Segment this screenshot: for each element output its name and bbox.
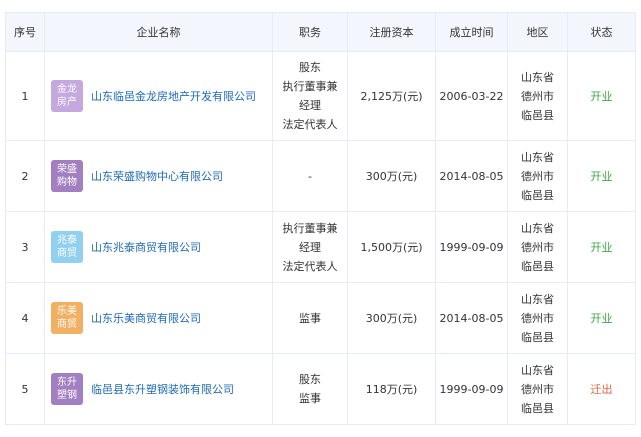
region-line: 德州市 [521, 382, 554, 396]
cell-capital: 2,125万(元) [347, 51, 436, 141]
logo-text: 商贸 [57, 248, 77, 259]
cell-region: 山东省 德州市 临邑县 [507, 51, 568, 141]
table-row: 3 兆泰商贸 山东兆泰商贸有限公司 执行董事兼经理法定代表人 1,500万(元)… [5, 211, 636, 283]
table-header-row: 序号 企业名称 职务 注册资本 成立时间 地区 状态 [5, 12, 636, 52]
cell-region: 山东省 德州市 临邑县 [507, 282, 568, 354]
table-row: 1 金龙房产 山东临邑金龙房地产开发有限公司 股东执行董事兼经理法定代表人 2,… [5, 51, 636, 141]
logo-text: 购物 [57, 177, 77, 188]
region-line: 山东省 [521, 221, 554, 235]
role-line: 法定代表人 [282, 118, 338, 131]
cell-index: 1 [5, 51, 45, 141]
table-row: 2 荣盛购物 山东荣盛购物中心有限公司 - 300万(元) 2014-08-05… [5, 140, 636, 212]
cell-index: 5 [5, 353, 45, 425]
company-logo: 金龙 房产 [51, 80, 83, 112]
cell-date: 1999-09-09 [435, 353, 508, 425]
logo-text: 金龙 [57, 84, 77, 95]
company-logo: 乐美 商贸 [51, 302, 83, 334]
cell-capital: 1,500万(元) [347, 211, 436, 283]
logo-text: 乐美 [57, 306, 77, 317]
header-company: 企业名称 [44, 12, 273, 52]
logo-text: 塑钢 [57, 390, 77, 401]
company-logo: 东升 塑钢 [51, 373, 83, 405]
region-line: 德州市 [521, 311, 554, 325]
region-line: 德州市 [521, 89, 554, 103]
region-line: 临邑县 [521, 330, 554, 344]
cell-role: 监事 [272, 282, 348, 354]
role-line: - [308, 169, 312, 183]
cell-date: 1999-09-09 [435, 211, 508, 283]
header-capital: 注册资本 [347, 12, 436, 52]
company-name-link[interactable]: 山东兆泰商贸有限公司 [91, 239, 201, 255]
cell-date: 2014-08-05 [435, 140, 508, 212]
logo-text: 兆泰 [57, 235, 77, 246]
cell-date: 2014-08-05 [435, 282, 508, 354]
role-line: 法定代表人 [282, 259, 338, 273]
role-line: 经理 [299, 99, 321, 112]
region-line: 德州市 [521, 240, 554, 254]
company-name-link[interactable]: 山东临邑金龙房地产开发有限公司 [91, 88, 256, 104]
cell-index: 4 [5, 282, 45, 354]
role-line: 经理 [299, 240, 321, 254]
cell-index: 2 [5, 140, 45, 212]
role-line: 执行董事兼 [282, 80, 338, 93]
company-logo: 荣盛 购物 [51, 160, 83, 192]
role-line: 监事 [299, 392, 321, 405]
role-line: 监事 [299, 311, 321, 325]
cell-company: 兆泰商贸 山东兆泰商贸有限公司 [44, 211, 273, 283]
role-line: 执行董事兼 [282, 221, 338, 235]
header-region: 地区 [507, 12, 568, 52]
header-role: 职务 [272, 12, 348, 52]
cell-role: 执行董事兼经理法定代表人 [272, 211, 348, 283]
table-row: 5 东升塑钢 临邑县东升塑钢装饰有限公司 股东监事 118万(元) 1999-0… [5, 353, 636, 425]
logo-text: 商贸 [57, 319, 77, 330]
region-line: 临邑县 [521, 188, 554, 202]
cell-region: 山东省 德州市 临邑县 [507, 140, 568, 212]
company-name-link[interactable]: 山东荣盛购物中心有限公司 [91, 168, 223, 184]
cell-company: 乐美商贸 山东乐美商贸有限公司 [44, 282, 273, 354]
header-date: 成立时间 [435, 12, 508, 52]
region-line: 临邑县 [521, 108, 554, 122]
status-badge: 开业 [567, 282, 636, 354]
cell-date: 2006-03-22 [435, 51, 508, 141]
cell-region: 山东省 德州市 临邑县 [507, 353, 568, 425]
status-badge: 开业 [567, 51, 636, 141]
logo-text: 荣盛 [57, 164, 77, 175]
cell-capital: 118万(元) [347, 353, 436, 425]
region-line: 山东省 [521, 363, 554, 377]
logo-text: 东升 [57, 377, 77, 388]
cell-company: 金龙房产 山东临邑金龙房地产开发有限公司 [44, 51, 273, 141]
status-badge: 开业 [567, 211, 636, 283]
header-status: 状态 [567, 12, 636, 52]
region-line: 山东省 [521, 292, 554, 306]
role-line: 股东 [299, 373, 321, 386]
region-line: 山东省 [521, 150, 554, 164]
status-badge: 开业 [567, 140, 636, 212]
cell-region: 山东省 德州市 临邑县 [507, 211, 568, 283]
region-line: 临邑县 [521, 401, 554, 415]
logo-text: 房产 [57, 97, 77, 108]
cell-company: 荣盛购物 山东荣盛购物中心有限公司 [44, 140, 273, 212]
cell-company: 东升塑钢 临邑县东升塑钢装饰有限公司 [44, 353, 273, 425]
table-row: 4 乐美 商贸 山东乐美商贸有限公司 监事 300万(元) 2014-08-05 … [5, 282, 636, 354]
company-logo: 兆泰 商贸 [51, 231, 83, 263]
status-badge: 迁出 [567, 353, 636, 425]
role-line: 股东 [299, 61, 321, 74]
cell-capital: 300万(元) [347, 140, 436, 212]
investment-table-panel: { "headers": ["序号", "企业名称", "职务", "注册资本"… [0, 0, 641, 437]
company-name-link[interactable]: 山东乐美商贸有限公司 [91, 310, 201, 326]
cell-capital: 300万(元) [347, 282, 436, 354]
cell-index: 3 [5, 211, 45, 283]
table-body: 1 金龙 房产 山东临邑金龙房地产开发有限公司 股东 执行董事兼 经理 法定代表人 2,… [5, 51, 636, 425]
header-index: 序号 [5, 12, 45, 52]
region-line: 临邑县 [521, 259, 554, 273]
cell-role: - [272, 140, 348, 212]
cell-role: 股东执行董事兼经理法定代表人 [272, 51, 348, 141]
investment-table: 序号 企业名称 职务 注册资本 成立时间 地区 状态 1 金龙房产 山东临邑金龙… [5, 12, 636, 425]
region-line: 德州市 [521, 169, 554, 183]
cell-role: 股东 监事 [272, 353, 348, 425]
company-name-link[interactable]: 临邑县东升塑钢装饰有限公司 [91, 381, 234, 397]
region-line: 山东省 [521, 70, 554, 84]
